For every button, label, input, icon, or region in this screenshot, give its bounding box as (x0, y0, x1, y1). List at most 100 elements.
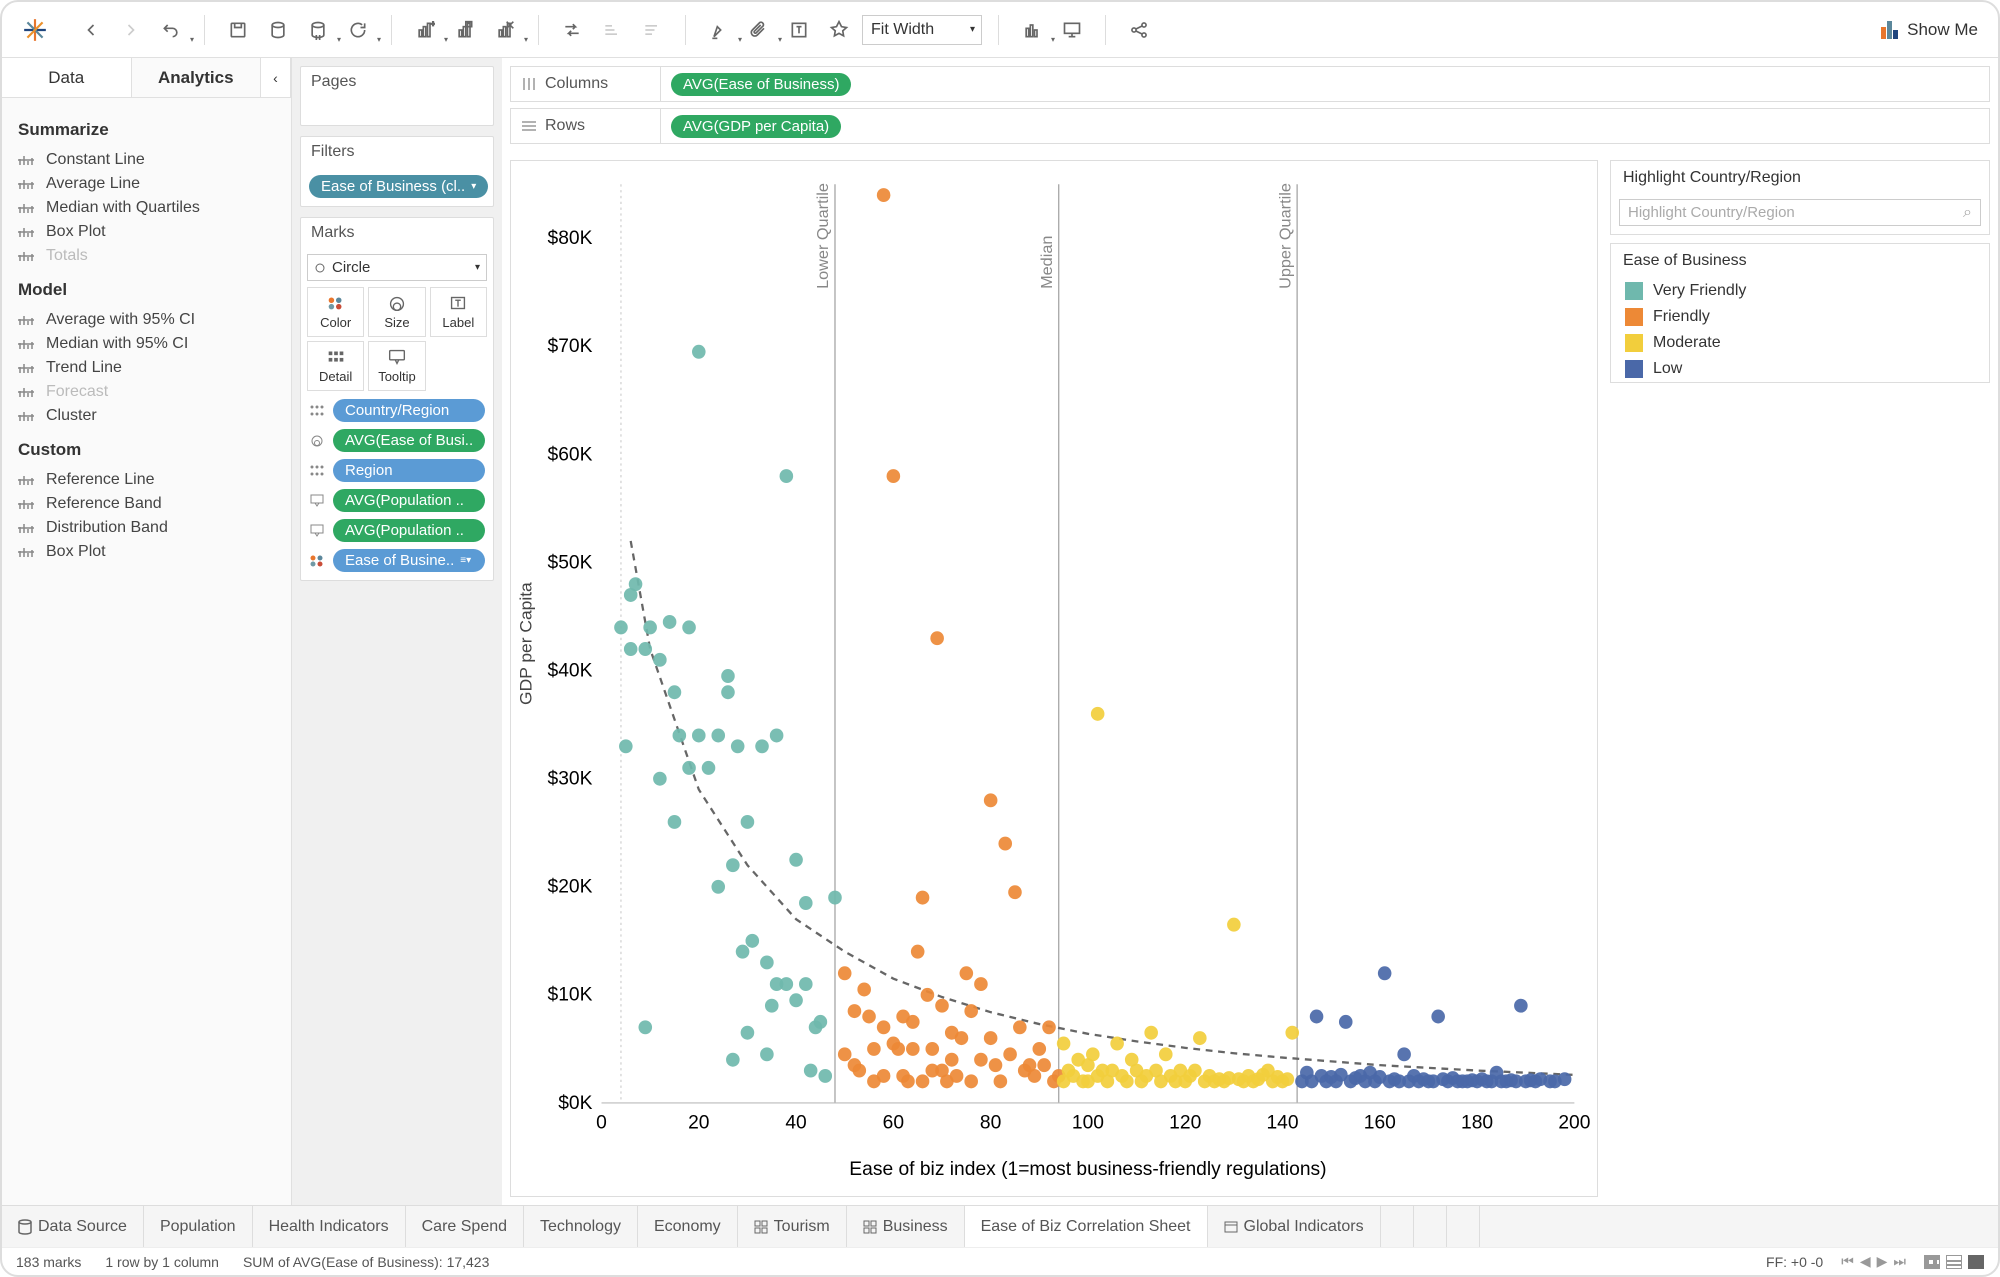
svg-text:180: 180 (1461, 1111, 1493, 1133)
highlight-button[interactable]: ▾ (702, 13, 736, 47)
tab-tourism[interactable]: Tourism (738, 1206, 847, 1247)
legend-item[interactable]: Moderate (1611, 330, 1989, 356)
show-me-button[interactable]: Show Me (1881, 20, 1978, 40)
clear-button[interactable]: ▾ (488, 13, 522, 47)
story-icon (1224, 1220, 1238, 1234)
svg-text:60: 60 (883, 1111, 905, 1133)
highlight-search[interactable]: Highlight Country/Region (1619, 199, 1981, 226)
filter-pill[interactable]: Ease of Business (cl..▾ (309, 175, 488, 198)
svg-text:Ease of biz index (1=most busi: Ease of biz index (1=most business-frien… (849, 1158, 1326, 1180)
analytics-item[interactable]: Cluster (18, 404, 275, 428)
columns-shelf[interactable]: Columns AVG(Ease of Business) (510, 66, 1990, 102)
viz-column: Columns AVG(Ease of Business) Rows AVG(G… (502, 58, 1998, 1205)
highlight-card: Highlight Country/Region Highlight Count… (1610, 160, 1990, 235)
columns-pill[interactable]: AVG(Ease of Business) (671, 73, 851, 96)
marks-color[interactable]: Color (307, 287, 364, 337)
right-cards: Highlight Country/Region Highlight Count… (1610, 160, 1990, 1197)
mark-pill[interactable]: Ease of Busine.. ≡▾ (333, 549, 485, 572)
tab-analytics[interactable]: Analytics (132, 58, 262, 97)
status-ff: FF: +0 -0 (1766, 1254, 1823, 1270)
pause-button[interactable]: ▾ (301, 13, 335, 47)
analytics-item[interactable]: Forecast (18, 380, 275, 404)
data-source-icon (18, 1219, 32, 1235)
tab-data[interactable]: Data (2, 58, 132, 97)
pin-button[interactable] (822, 13, 856, 47)
legend-item[interactable]: Very Friendly (1611, 278, 1989, 304)
status-sum: SUM of AVG(Ease of Business): 17,423 (243, 1254, 489, 1270)
tab-care[interactable]: Care Spend (406, 1206, 524, 1247)
analytics-item[interactable]: Constant Line (18, 148, 275, 172)
tab-tech[interactable]: Technology (524, 1206, 638, 1247)
legend-item[interactable]: Friendly (1611, 304, 1989, 330)
analytics-item[interactable]: Box Plot (18, 540, 275, 564)
analytics-item[interactable]: Median with Quartiles (18, 196, 275, 220)
sort-asc-button[interactable] (595, 13, 629, 47)
swap-button[interactable] (555, 13, 589, 47)
new-data-button[interactable] (261, 13, 295, 47)
analytics-item[interactable]: Totals (18, 244, 275, 268)
analytics-item[interactable]: Average Line (18, 172, 275, 196)
marks-detail[interactable]: Detail (307, 341, 364, 391)
rows-pill[interactable]: AVG(GDP per Capita) (671, 115, 841, 138)
mark-pill[interactable]: AVG(Population .. (333, 489, 485, 512)
tab-economy[interactable]: Economy (638, 1206, 738, 1247)
mark-pill[interactable]: AVG(Population .. (333, 519, 485, 542)
rows-shelf[interactable]: Rows AVG(GDP per Capita) (510, 108, 1990, 144)
back-button[interactable] (74, 13, 108, 47)
mark-row-icon (307, 522, 327, 540)
analytics-item[interactable]: Trend Line (18, 356, 275, 380)
analytics-item[interactable]: Median with 95% CI (18, 332, 275, 356)
marks-size[interactable]: Size (368, 287, 425, 337)
mark-row-icon (307, 432, 327, 450)
svg-text:0: 0 (596, 1111, 607, 1133)
mark-pill[interactable]: AVG(Ease of Busi.. (333, 429, 485, 452)
new-dashboard-tab[interactable]: + (1414, 1206, 1447, 1247)
presentation-button[interactable] (1055, 13, 1089, 47)
marks-tooltip[interactable]: Tooltip (368, 341, 425, 391)
text-button[interactable] (782, 13, 816, 47)
save-button[interactable] (221, 13, 255, 47)
analytics-item[interactable]: Reference Line (18, 468, 275, 492)
analytics-item[interactable]: Reference Band (18, 492, 275, 516)
new-worksheet-button[interactable]: +▾ (408, 13, 442, 47)
svg-text:$50K: $50K (548, 551, 593, 573)
svg-text:GDP per Capita: GDP per Capita (516, 582, 536, 705)
toolbar: ▾ ▾ ▾ +▾ ▾ ▾ ▾ Fit Width ▾ Show Me (2, 2, 1998, 58)
analytics-item[interactable]: Distribution Band (18, 516, 275, 540)
show-cards-button[interactable]: ▾ (1015, 13, 1049, 47)
svg-text:100: 100 (1072, 1111, 1104, 1133)
heading-custom: Custom (18, 440, 275, 460)
sort-desc-button[interactable] (635, 13, 669, 47)
chart[interactable]: Lower QuartileMedianUpper Quartile$0K$10… (510, 160, 1598, 1197)
tab-ease-sheet[interactable]: Ease of Biz Correlation Sheet (965, 1206, 1208, 1247)
mark-pill[interactable]: Country/Region (333, 399, 485, 422)
svg-text:$0K: $0K (558, 1092, 592, 1114)
new-story-tab[interactable]: + (1447, 1206, 1480, 1247)
undo-button[interactable]: ▾ (154, 13, 188, 47)
tab-population[interactable]: Population (144, 1206, 253, 1247)
svg-text:$20K: $20K (548, 875, 593, 897)
status-layout: 1 row by 1 column (105, 1254, 219, 1270)
analytics-item[interactable]: Box Plot (18, 220, 275, 244)
marks-label[interactable]: Label (430, 287, 487, 337)
forward-button[interactable] (114, 13, 148, 47)
pages-card: Pages (300, 66, 494, 126)
collapse-left-button[interactable]: ‹ (261, 58, 291, 97)
refresh-button[interactable]: ▾ (341, 13, 375, 47)
tab-global[interactable]: Global Indicators (1208, 1206, 1381, 1247)
fit-select[interactable]: Fit Width (862, 15, 982, 45)
new-worksheet-tab[interactable]: + (1381, 1206, 1414, 1247)
marks-type-select[interactable]: Circle (307, 254, 487, 281)
view-mode-icons[interactable] (1924, 1255, 1984, 1269)
svg-text:$10K: $10K (548, 983, 593, 1005)
tab-health[interactable]: Health Indicators (253, 1206, 406, 1247)
legend-item[interactable]: Low (1611, 356, 1989, 382)
mark-pill[interactable]: Region (333, 459, 485, 482)
nav-icons[interactable]: ⏮◀▶⏭ (1841, 1253, 1906, 1270)
attach-button[interactable]: ▾ (742, 13, 776, 47)
tab-business[interactable]: Business (847, 1206, 965, 1247)
share-button[interactable] (1122, 13, 1156, 47)
duplicate-button[interactable] (448, 13, 482, 47)
tab-data-source[interactable]: Data Source (2, 1206, 144, 1247)
analytics-item[interactable]: Average with 95% CI (18, 308, 275, 332)
